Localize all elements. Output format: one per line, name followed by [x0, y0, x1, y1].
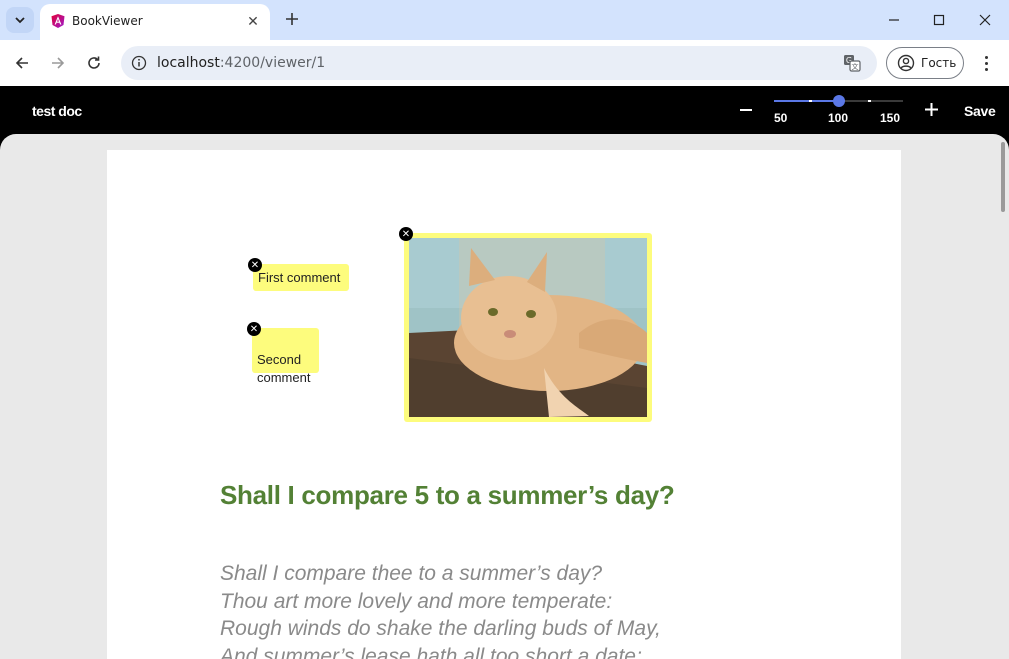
maximize-icon	[933, 14, 945, 26]
menu-dot	[984, 55, 988, 59]
menu-dot	[984, 61, 988, 65]
tab-title: BookViewer	[72, 14, 143, 28]
reload-button[interactable]	[83, 52, 105, 74]
poem-line: Thou art more lovely and more temperate:	[220, 589, 613, 613]
profile-button[interactable]: Гость	[886, 47, 964, 79]
comment-text: Second comment	[257, 352, 311, 385]
zoom-out-button[interactable]	[736, 99, 756, 121]
minus-icon	[740, 109, 752, 111]
chevron-down-icon	[15, 17, 25, 24]
delete-comment-icon[interactable]: ✕	[248, 258, 262, 272]
scrollbar[interactable]	[1001, 142, 1005, 212]
browser-toolbar: localhost:4200/viewer/1 G文 Гость	[0, 40, 1009, 86]
close-icon	[979, 14, 991, 26]
plus-icon	[286, 13, 298, 25]
reload-icon	[88, 56, 100, 69]
poem-line: Shall I compare thee to a summer’s day?	[220, 562, 603, 585]
browser-window: BookViewer ✕ localhost:4200/viewer/1 G 文…	[0, 0, 1009, 659]
poem-line: Rough winds do shake the darling buds of…	[220, 617, 661, 640]
poem-text: Shall I compare thee to a summer’s day? …	[220, 560, 661, 659]
slider-tick	[868, 100, 872, 102]
delete-comment-icon[interactable]: ✕	[247, 322, 261, 336]
zoom-label-mid: 100	[828, 111, 849, 125]
url-text: localhost:4200/viewer/1	[157, 55, 325, 71]
zoom-label-max: 150	[880, 111, 901, 125]
guest-profile-icon	[897, 54, 915, 72]
url-host: localhost	[157, 55, 220, 71]
tab-close-icon[interactable]: ✕	[244, 12, 262, 30]
profile-label: Гость	[921, 56, 957, 70]
zoom-label-min: 50	[774, 111, 788, 125]
back-button[interactable]	[11, 52, 33, 74]
svg-text:文: 文	[852, 62, 859, 71]
plus-icon	[924, 102, 938, 116]
cat-photo	[409, 238, 647, 417]
address-bar[interactable]: localhost:4200/viewer/1 G文	[121, 46, 877, 80]
comment-note[interactable]: Second comment	[252, 328, 319, 385]
document-page: First comment ✕ Second comment ✕ ✕ Shall…	[107, 150, 901, 659]
close-window-button[interactable]	[973, 8, 997, 32]
arrow-right-icon	[52, 57, 65, 69]
tab-search-button[interactable]	[6, 7, 34, 33]
browser-menu-button[interactable]	[976, 52, 996, 74]
delete-image-icon[interactable]: ✕	[399, 227, 413, 241]
comment-text: First comment	[258, 270, 341, 285]
slider-thumb[interactable]	[832, 95, 845, 107]
bookviewer-app: test doc 50 100 150 Save First comment ✕…	[0, 86, 1009, 659]
tab-bookviewer[interactable]: BookViewer ✕	[40, 4, 270, 40]
site-info-icon[interactable]	[131, 55, 147, 71]
document-heading: Shall I compare 5 to a summer’s day?	[220, 480, 675, 510]
poem-line: And summer’s lease hath all too short a …	[220, 644, 642, 659]
minimize-icon	[889, 19, 899, 21]
menu-dot	[984, 67, 988, 71]
minimize-button[interactable]	[882, 8, 906, 32]
document-title: test doc	[32, 103, 82, 119]
arrow-left-icon	[15, 57, 28, 69]
comment-note[interactable]: First comment	[253, 264, 349, 291]
save-button[interactable]: Save	[964, 103, 996, 119]
document-viewer[interactable]: First comment ✕ Second comment ✕ ✕ Shall…	[0, 134, 1009, 659]
slider-tick	[808, 100, 812, 102]
zoom-slider[interactable]: 50 100 150	[774, 95, 904, 128]
forward-button[interactable]	[47, 52, 69, 74]
slider-fill	[774, 100, 839, 102]
translate-icon[interactable]: G文	[843, 54, 861, 72]
maximize-button[interactable]	[927, 8, 951, 32]
tab-strip: BookViewer ✕	[0, 0, 1009, 40]
angular-logo-icon	[51, 14, 65, 28]
zoom-in-button[interactable]	[920, 98, 942, 120]
image-annotation[interactable]	[404, 233, 652, 422]
new-tab-button[interactable]	[282, 9, 302, 29]
url-path: :4200/viewer/1	[219, 55, 326, 71]
